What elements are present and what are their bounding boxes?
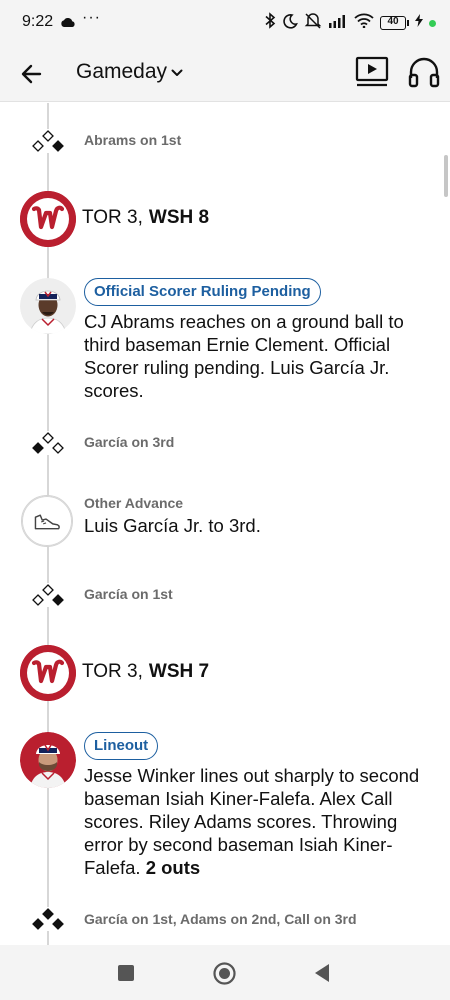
more-notifications-icon: ···	[82, 9, 101, 26]
listen-audio-button[interactable]	[406, 54, 442, 90]
home-score: WSH 7	[148, 661, 210, 682]
watch-tv-button[interactable]	[354, 54, 390, 90]
running-shoe-icon	[21, 495, 73, 547]
bluetooth-icon	[264, 12, 276, 34]
score-text: TOR 3, WSH 8	[82, 207, 209, 229]
bases-diamond-icon	[30, 129, 66, 153]
status-icons: 40	[264, 12, 436, 34]
play-description-text: Jesse Winker lines out sharply to second…	[84, 765, 420, 878]
status-bar: 9:22 ··· 40	[0, 0, 450, 44]
score-update-row: TOR 3, WSH 8	[0, 191, 450, 249]
page-title: Gameday	[76, 60, 168, 83]
gameday-dropdown[interactable]: Gameday	[76, 60, 183, 84]
play-by-play-feed[interactable]: Abrams on 1st TOR 3, WSH 8 Official Score…	[0, 103, 450, 945]
signal-icon	[328, 14, 348, 33]
moon-icon	[282, 13, 298, 34]
bases-diamond-icon	[30, 907, 66, 931]
bases-diamond-icon	[30, 431, 66, 455]
nationals-logo-icon	[20, 645, 76, 701]
away-score: TOR 3,	[82, 661, 143, 682]
score-update-row: TOR 3, WSH 7	[0, 645, 450, 703]
app-header: Gameday	[0, 44, 450, 102]
player-avatar	[20, 732, 76, 788]
runners-text: García on 3rd	[84, 434, 175, 450]
home-circle-icon[interactable]	[213, 962, 236, 985]
system-nav-bar	[0, 945, 450, 1000]
privacy-indicator-dot	[429, 19, 436, 27]
runners-on-base-row: Abrams on 1st	[0, 125, 450, 155]
score-text: TOR 3, WSH 7	[82, 661, 209, 683]
battery-level: 40	[387, 16, 399, 27]
away-score: TOR 3,	[82, 207, 143, 228]
advance-event[interactable]: Other Advance Luis García Jr. to 3rd.	[0, 495, 450, 551]
official-scorer-tag: Official Scorer Ruling Pending	[84, 278, 321, 306]
status-time: 9:22	[22, 13, 54, 30]
play-description: Jesse Winker lines out sharply to second…	[84, 764, 434, 879]
home-score: WSH 8	[148, 207, 210, 228]
runners-text: García on 1st, Adams on 2nd, Call on 3rd	[84, 911, 357, 927]
tv-icon	[355, 56, 389, 87]
back-triangle-icon[interactable]	[313, 963, 331, 983]
recents-square-icon[interactable]	[118, 965, 134, 981]
runners-on-base-row: García on 3rd	[0, 427, 450, 457]
event-type-label: Other Advance	[84, 495, 184, 511]
charging-icon	[415, 14, 423, 32]
runners-text: García on 1st	[84, 586, 173, 602]
lineout-tag: Lineout	[84, 732, 159, 760]
play-event[interactable]: Lineout Jesse Winker lines out sharply t…	[0, 732, 450, 882]
wifi-icon	[354, 13, 374, 33]
player-avatar	[20, 278, 76, 334]
play-event[interactable]: Official Scorer Ruling Pending CJ Abrams…	[0, 278, 450, 401]
runners-text: Abrams on 1st	[84, 132, 182, 148]
cloud-icon	[60, 15, 76, 33]
chevron-down-icon	[171, 64, 183, 82]
headphones-icon	[408, 57, 440, 88]
event-description: Luis García Jr. to 3rd.	[84, 515, 261, 536]
nationals-logo-icon	[20, 191, 76, 247]
back-button[interactable]	[18, 60, 46, 88]
back-arrow-icon	[21, 64, 42, 84]
mute-icon	[304, 12, 322, 34]
battery-icon: 40	[380, 16, 409, 30]
play-description: CJ Abrams reaches on a ground ball to th…	[84, 311, 404, 401]
runners-on-base-row: García on 1st	[0, 579, 450, 609]
runners-on-base-row: García on 1st, Adams on 2nd, Call on 3rd	[0, 903, 450, 945]
bases-diamond-icon	[30, 583, 66, 607]
outs-count: 2 outs	[145, 857, 201, 878]
